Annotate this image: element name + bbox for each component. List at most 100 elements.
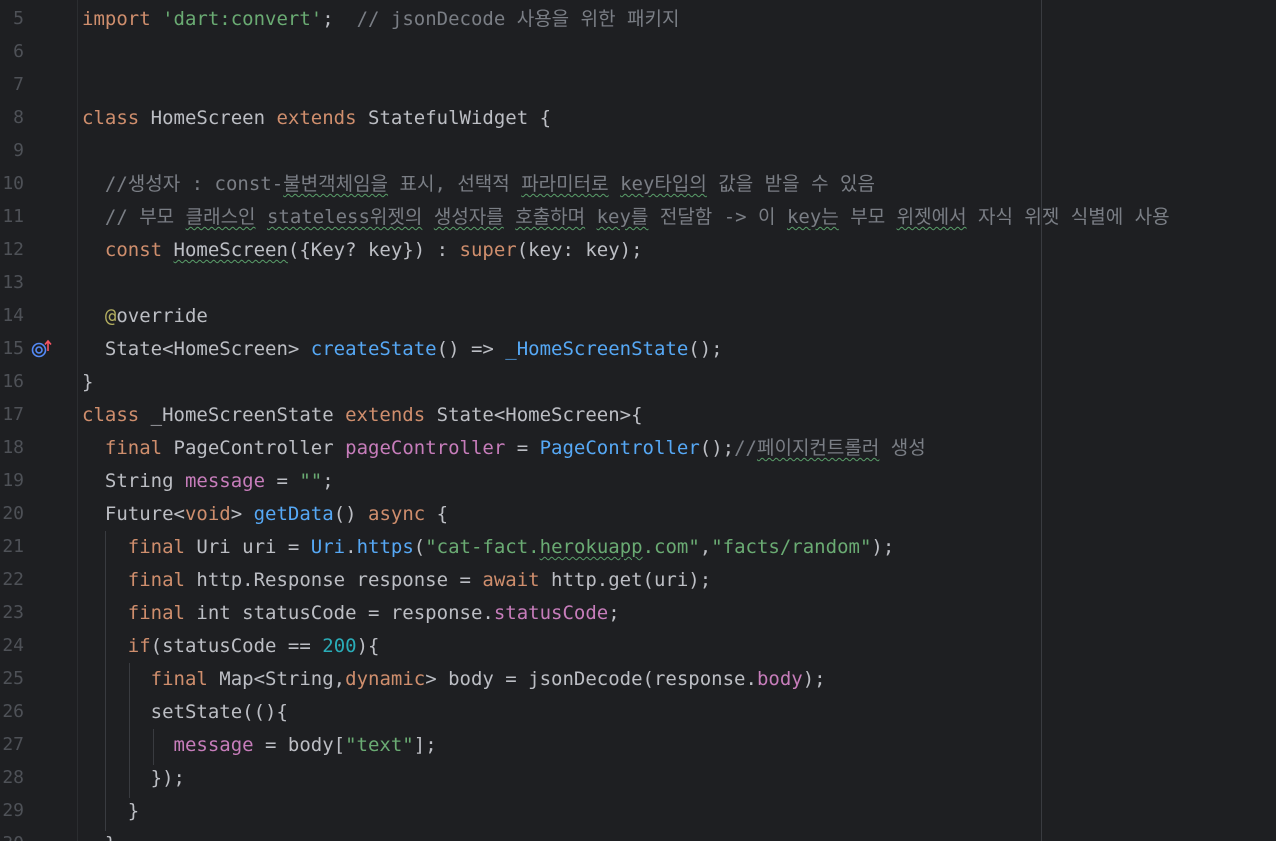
code-token: async [368, 503, 426, 525]
code-token: getData [253, 503, 334, 525]
code-token: Uri uri = [196, 536, 311, 558]
code-token: final [150, 668, 220, 690]
code-line[interactable]: 24 if(statusCode == 200){ [0, 630, 1276, 663]
line-number: 17 [2, 404, 24, 425]
code-token: { [425, 503, 449, 525]
code-token: @ [104, 305, 117, 327]
code-token: State<HomeScreen> [82, 338, 311, 360]
code-text: } [82, 832, 116, 841]
code-text: final Map<String,dynamic> body = jsonDec… [82, 667, 826, 691]
code-token: 생성 [879, 437, 926, 459]
code-token: 'dart:convert' [162, 8, 323, 30]
code-line[interactable]: 10 //생성자 : const-불변객체임을 표시, 선택적 파라미터로 ke… [0, 168, 1276, 201]
code-line[interactable]: 11 // 부모 클래스인 stateless위젯의 생성자를 호출하며 key… [0, 201, 1276, 234]
code-line[interactable]: 28 }); [0, 762, 1276, 795]
code-token: 부모 [838, 206, 897, 228]
line-number: 15 [2, 338, 24, 359]
code-token: override [116, 305, 208, 327]
code-line[interactable]: 23 final int statusCode = response.statu… [0, 597, 1276, 630]
code-token: .com" [642, 536, 700, 558]
code-token: ; [322, 470, 334, 492]
code-line[interactable]: 26 setState((){ [0, 696, 1276, 729]
code-line[interactable]: 30 } [0, 828, 1276, 841]
code-token: extends [276, 107, 368, 129]
code-token: 자식 위젯 식별에 사용 [966, 206, 1170, 228]
code-line[interactable]: 9 [0, 135, 1276, 168]
code-editor[interactable]: 5 import 'dart:convert'; // jsonDecode 사용… [0, 0, 1276, 841]
code-token: body [756, 668, 803, 690]
code-token: class [82, 404, 151, 426]
code-token: key타입의 [620, 173, 707, 195]
line-number: 20 [2, 503, 24, 524]
code-line[interactable]: 19 String message = ""; [0, 465, 1276, 498]
code-token: void [184, 503, 231, 525]
code-line[interactable]: 16} [0, 366, 1276, 399]
code-token: 클래스인 [185, 206, 256, 228]
code-line[interactable]: 7 [0, 69, 1276, 102]
code-token: () [333, 503, 369, 525]
code-line[interactable]: 25 final Map<String,dynamic> body = json… [0, 663, 1276, 696]
code-line[interactable]: 18 final PageController pageController =… [0, 432, 1276, 465]
code-token: super [459, 239, 517, 261]
code-token: 표시, 선택적 [388, 173, 522, 195]
code-line[interactable]: 13 [0, 267, 1276, 300]
code-token: final [127, 569, 197, 591]
code-token: = [505, 437, 540, 459]
code-token: (statusCode == [150, 635, 323, 657]
code-token: }); [82, 767, 185, 789]
code-token: statusCode [493, 602, 609, 624]
code-token: Uri [310, 536, 346, 558]
code-token: key는 [786, 206, 839, 228]
code-line[interactable]: 27 message = body["text"]; [0, 729, 1276, 762]
code-token: 파라미터로 [521, 173, 609, 195]
code-text: }); [82, 766, 185, 790]
code-token: ]; [413, 734, 437, 756]
code-line[interactable]: 17 class _HomeScreenState extends State<H… [0, 399, 1276, 432]
code-line[interactable]: 6 [0, 36, 1276, 69]
code-text: } [82, 370, 93, 394]
code-token: //생성자 : const- [82, 173, 284, 195]
code-token: ; [322, 8, 357, 30]
code-token: ); [802, 668, 826, 690]
line-number: 12 [2, 239, 24, 260]
code-token: } [82, 800, 140, 822]
line-number: 6 [13, 41, 24, 62]
code-token: ( [413, 536, 426, 558]
code-token: http.Response response = [196, 569, 483, 591]
code-token: ){ [356, 635, 380, 657]
code-line[interactable]: 22 final http.Response response = await … [0, 564, 1276, 597]
code-line[interactable]: 15 State<HomeScreen> createState() => _H… [0, 333, 1276, 366]
line-number: 24 [2, 635, 24, 656]
code-line[interactable]: 29 } [0, 795, 1276, 828]
code-line[interactable]: 5 import 'dart:convert'; // jsonDecode 사용… [0, 3, 1276, 36]
line-number: 9 [13, 140, 24, 161]
code-token: () => [436, 338, 506, 360]
code-token: 200 [322, 635, 357, 657]
code-token: final [127, 536, 197, 558]
code-text: final PageController pageController = Pa… [82, 436, 926, 460]
code-token: PageController [539, 437, 700, 459]
code-text: import 'dart:convert'; // jsonDecode 사용을… [82, 7, 679, 31]
line-number: 16 [2, 371, 24, 392]
code-token: createState [310, 338, 437, 360]
line-number: 8 [13, 107, 24, 128]
code-token: stateless위젯의 [266, 206, 423, 228]
code-line[interactable]: 20 Future<void> getData() async { [0, 498, 1276, 531]
line-number: 21 [2, 536, 24, 557]
code-line[interactable]: 12 const HomeScreen({Key? key}) : super(… [0, 234, 1276, 267]
code-line[interactable]: 21 final Uri uri = Uri.https("cat-fact.h… [0, 531, 1276, 564]
code-text: String message = ""; [82, 469, 334, 493]
line-number: 18 [2, 437, 24, 458]
code-line[interactable]: 14 @override [0, 300, 1276, 333]
code-token: 페이지컨트롤러 [756, 437, 880, 459]
code-token: pageController [345, 437, 506, 459]
code-token: 값을 받을 수 있음 [706, 173, 875, 195]
code-line[interactable]: 8 class HomeScreen extends StatefulWidget… [0, 102, 1276, 135]
